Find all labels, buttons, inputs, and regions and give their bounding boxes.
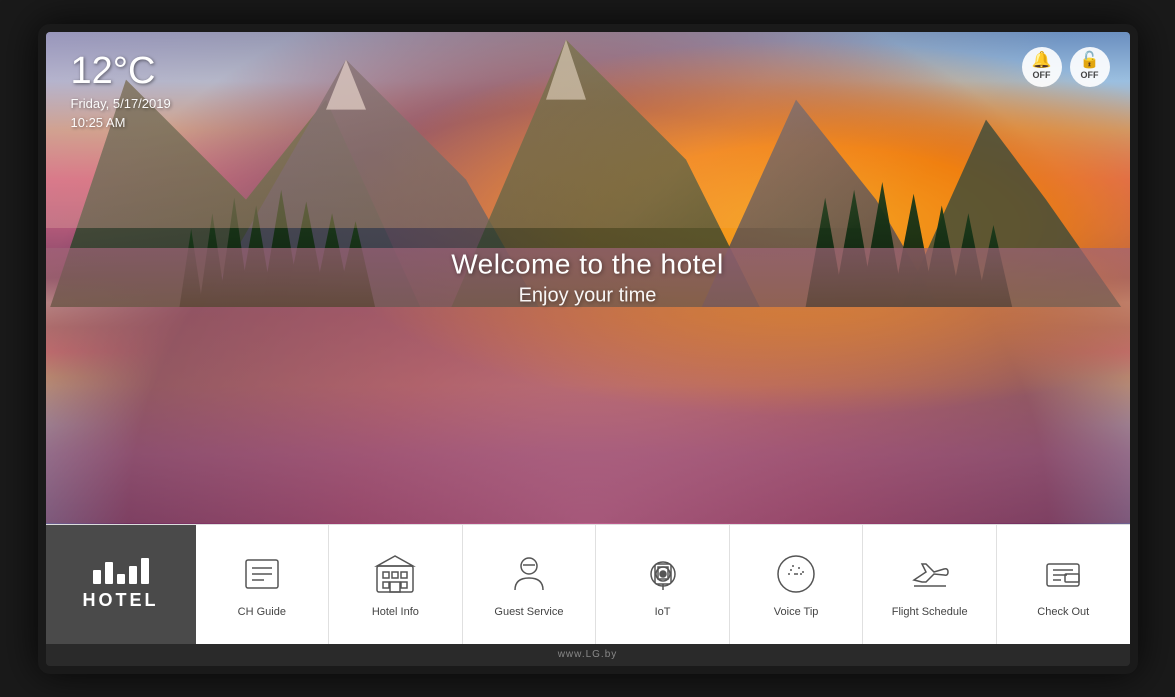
ch-guide-label: CH Guide <box>238 606 286 618</box>
menu-item-hotel-info[interactable]: Hotel Info <box>329 525 463 644</box>
voice-tip-label: Voice Tip <box>774 606 819 618</box>
lock-icon: 🔓 <box>1080 53 1100 69</box>
screen: 12°C Friday, 5/17/2019 10:25 AM 🔔 OFF 🔓 … <box>46 32 1130 524</box>
welcome-subtitle: Enjoy your time <box>451 284 724 307</box>
menu-item-iot[interactable]: IoT <box>596 525 730 644</box>
hotel-info-label: Hotel Info <box>372 606 419 618</box>
cloud-overlay <box>46 32 1130 229</box>
bar-1 <box>93 570 101 584</box>
welcome-title: Welcome to the hotel <box>451 248 724 280</box>
ch-guide-icon <box>238 550 286 598</box>
flight-schedule-label: Flight Schedule <box>892 606 968 618</box>
menu-item-ch-guide[interactable]: CH Guide <box>196 525 330 644</box>
tv-frame: 12°C Friday, 5/17/2019 10:25 AM 🔔 OFF 🔓 … <box>38 24 1138 674</box>
hotel-bars-icon <box>93 558 149 584</box>
menu-item-voice-tip[interactable]: Voice Tip <box>730 525 864 644</box>
check-out-icon <box>1039 550 1087 598</box>
guest-service-icon <box>505 550 553 598</box>
dnd-button[interactable]: 🔔 OFF <box>1022 47 1062 87</box>
welcome-text: Welcome to the hotel Enjoy your time <box>451 248 724 307</box>
bar-2 <box>105 562 113 584</box>
date-display: Friday, 5/17/2019 10:25 AM <box>71 94 171 133</box>
hotel-label: HOTEL <box>83 590 159 611</box>
top-controls: 🔔 OFF 🔓 OFF <box>1022 47 1110 87</box>
tv-bottom-bezel: www.LG.by <box>46 644 1130 666</box>
check-out-label: Check Out <box>1037 606 1089 618</box>
iot-icon <box>639 550 687 598</box>
menu-item-check-out[interactable]: Check Out <box>997 525 1130 644</box>
weather-info: 12°C Friday, 5/17/2019 10:25 AM <box>71 52 171 133</box>
dnd-icon: 🔔 <box>1032 53 1052 69</box>
menu-items: CH Guide Hotel Info <box>196 525 1130 644</box>
iot-label: IoT <box>655 606 671 618</box>
temperature-display: 12°C <box>71 52 171 90</box>
guest-service-label: Guest Service <box>494 606 563 618</box>
hotel-logo: HOTEL <box>46 525 196 644</box>
menu-item-guest-service[interactable]: Guest Service <box>463 525 597 644</box>
lock-label: OFF <box>1081 70 1099 80</box>
lock-button[interactable]: 🔓 OFF <box>1070 47 1110 87</box>
dnd-label: OFF <box>1033 70 1051 80</box>
menu-item-flight-schedule[interactable]: Flight Schedule <box>863 525 997 644</box>
lg-brand: www.LG.by <box>558 649 618 660</box>
bar-4 <box>129 566 137 584</box>
bar-3 <box>117 574 125 584</box>
voice-tip-icon <box>772 550 820 598</box>
flight-schedule-icon <box>906 550 954 598</box>
bottom-bar: HOTEL CH Guide <box>46 524 1130 644</box>
hotel-info-icon <box>371 550 419 598</box>
bar-5 <box>141 558 149 584</box>
